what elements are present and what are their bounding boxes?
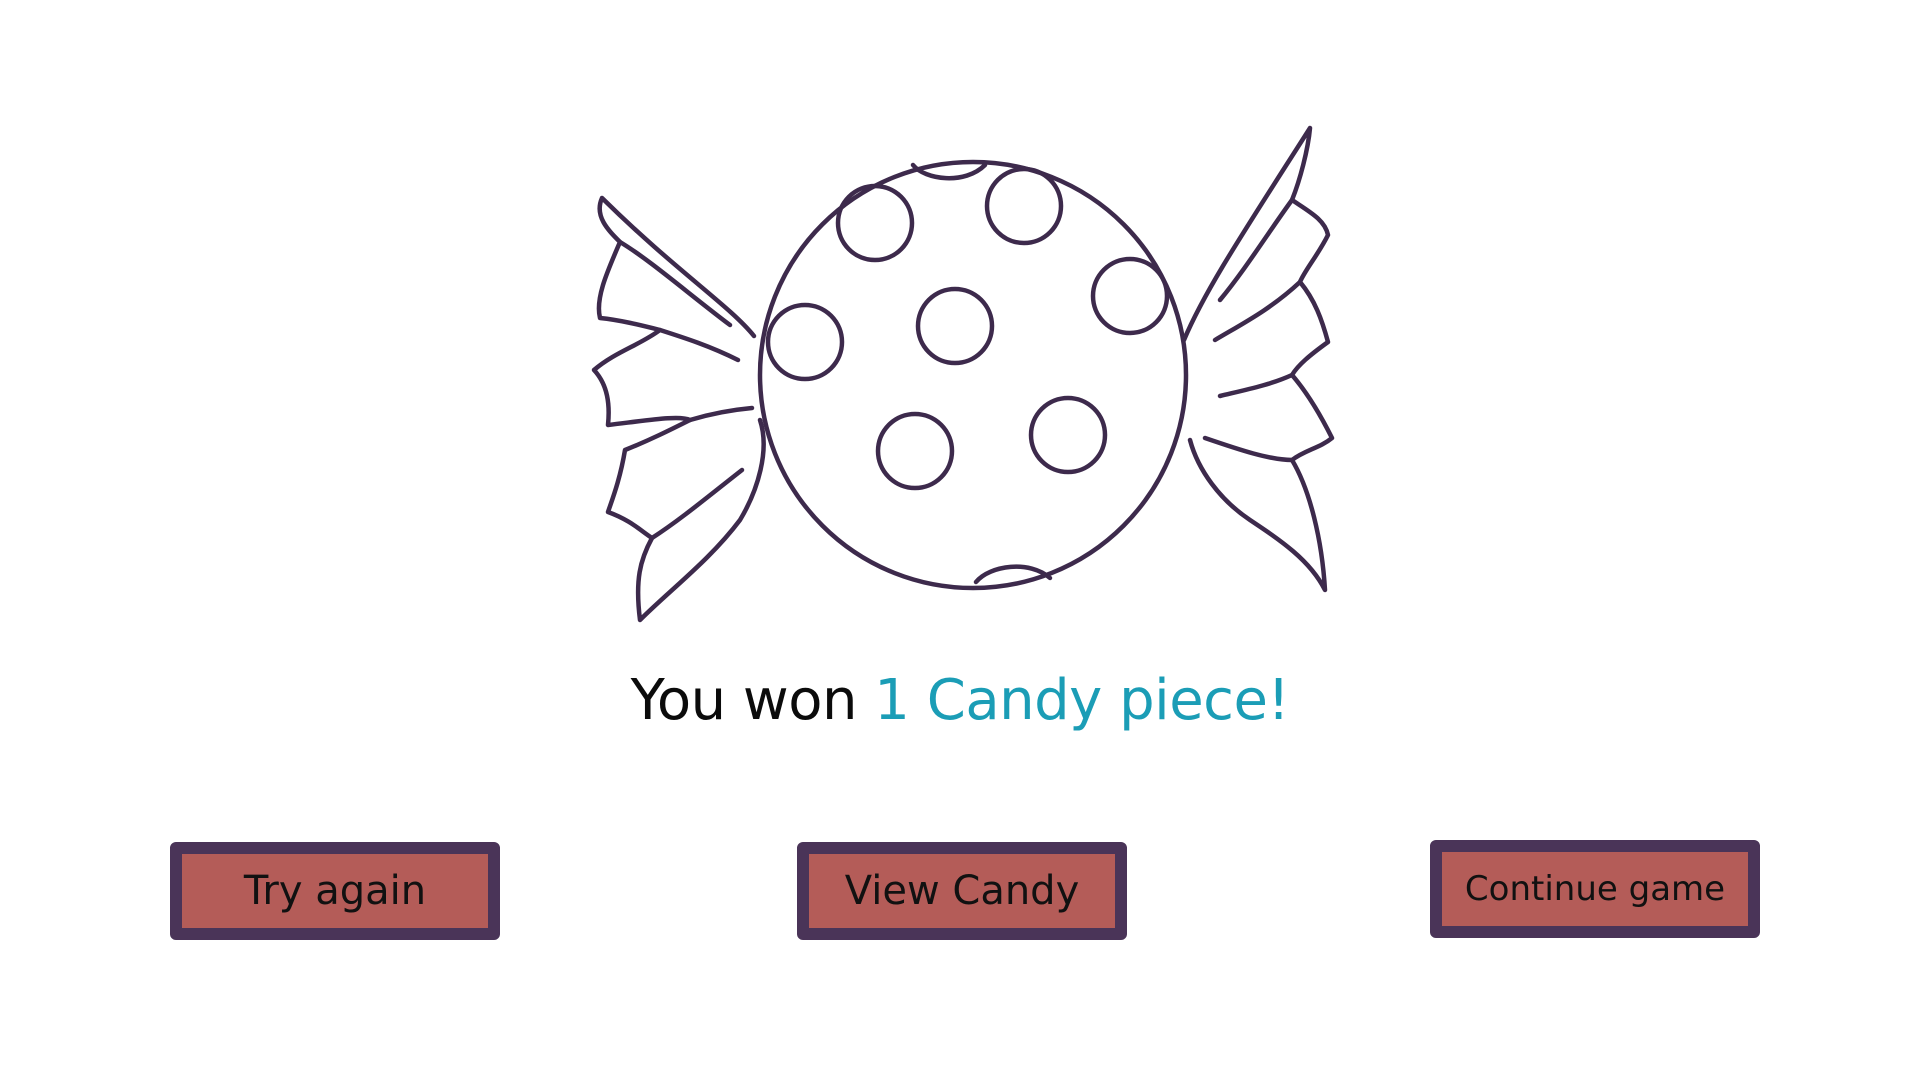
result-prefix: You won [630,668,875,733]
view-candy-button[interactable]: View Candy [797,842,1127,940]
try-again-button[interactable]: Try again [170,842,500,940]
result-message: You won 1 Candy piece! [0,668,1920,733]
continue-game-button[interactable]: Continue game [1430,840,1760,938]
try-again-label: Try again [243,868,427,914]
right-wrapper [1181,125,1335,593]
prize-text: 1 Candy piece! [874,668,1290,733]
continue-game-label: Continue game [1464,869,1726,909]
wrapped-candy-icon [580,120,1340,630]
view-candy-label: View Candy [844,868,1080,914]
game-result-screen: You won 1 Candy piece! Try again View Ca… [0,0,1920,1080]
